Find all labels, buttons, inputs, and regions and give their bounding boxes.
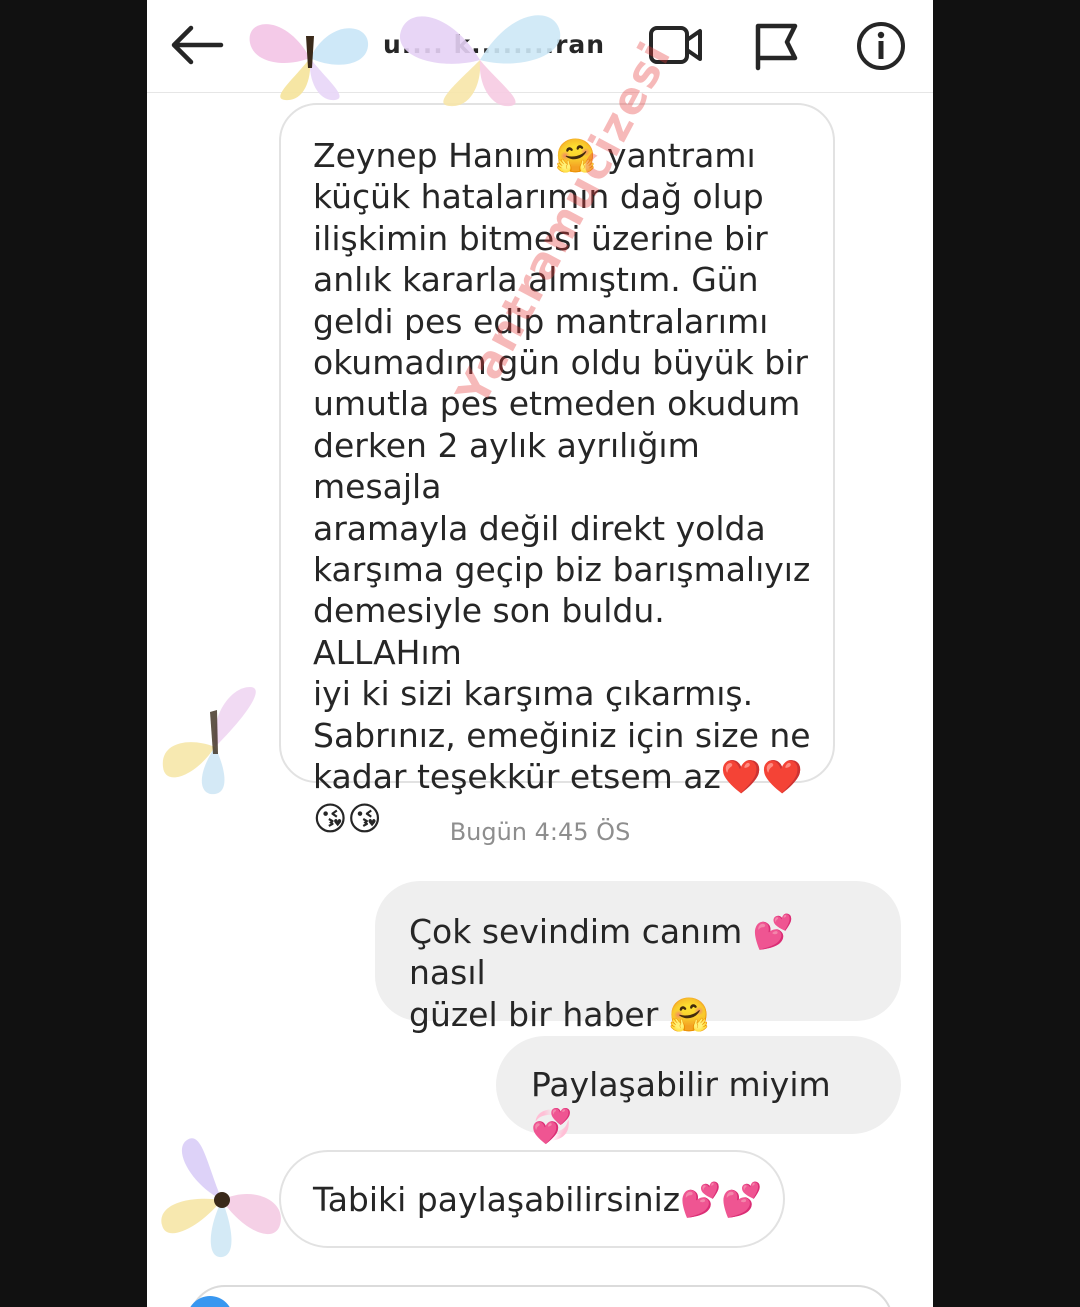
video-call-icon[interactable]	[647, 22, 705, 68]
incoming-message-bubble[interactable]: Zeynep Hanım🤗 yantramı küçük hatalarımın…	[279, 103, 835, 838]
outgoing-message-bubble[interactable]: Paylaşabilir miyim 💞	[496, 1036, 901, 1145]
message-timestamp: Bugün 4:45 ÖS	[449, 818, 631, 846]
back-arrow-icon[interactable]	[169, 22, 225, 68]
chat-title[interactable]: u.... k........ran	[383, 30, 605, 59]
flag-icon[interactable]	[751, 20, 801, 72]
outgoing-message-bubble[interactable]: Çok sevindim canım 💕 nasıl güzel bir hab…	[375, 881, 901, 1034]
chat-header: u.... k........ran	[147, 0, 933, 93]
message-composer[interactable]	[189, 1285, 893, 1307]
chat-screen: u.... k........ran Zeynep Hanım🤗 yantram…	[147, 0, 933, 1307]
incoming-message-bubble[interactable]: Tabiki paylaşabilirsiniz💕💕	[279, 1150, 785, 1248]
info-icon[interactable]	[855, 20, 907, 72]
